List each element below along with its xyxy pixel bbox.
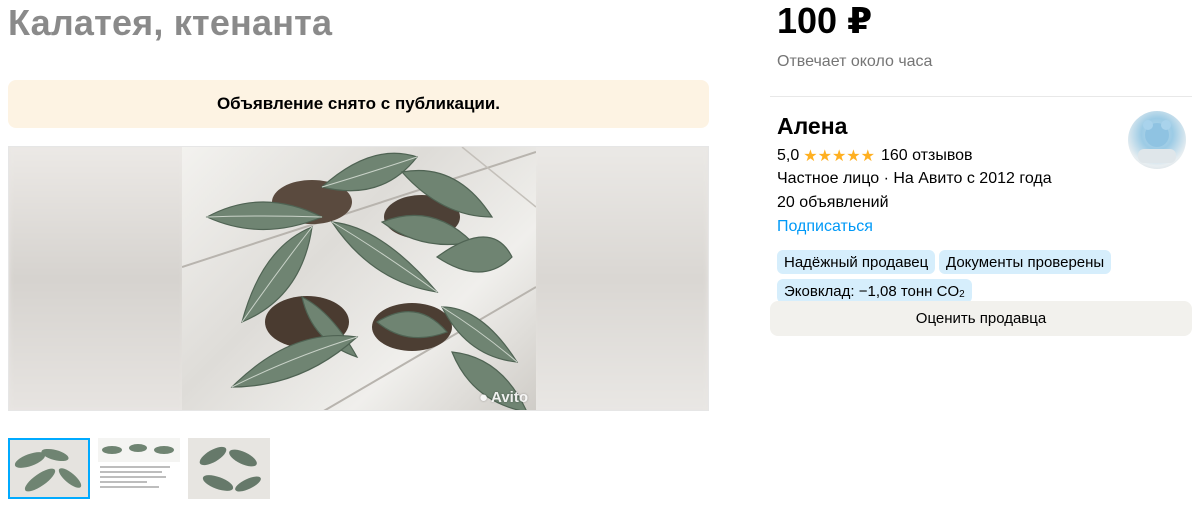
thumbnail-2[interactable] <box>98 438 180 499</box>
listing-title: Калатея, ктенанта <box>8 2 333 43</box>
reply-time: Отвечает около часа <box>777 53 933 70</box>
main-photo[interactable]: ● Avito <box>182 147 536 410</box>
gallery-blur-left <box>9 147 184 410</box>
rating-value: 5,0 <box>777 147 800 164</box>
thumbnail-plant-image <box>188 438 270 499</box>
thumbnail-plant-image <box>10 440 88 497</box>
badge-eco-label: Эковклад: −1,08 тонн CO <box>784 282 960 300</box>
avatar[interactable] <box>1128 111 1186 169</box>
badge-eco-subscript: 2 <box>959 288 965 300</box>
plant-photo-image <box>182 147 536 410</box>
star-icon: ★★★★★ <box>803 148 875 165</box>
rate-seller-button[interactable]: Оценить продавца <box>770 301 1192 336</box>
thumbnail-3[interactable] <box>188 438 270 499</box>
seller-name[interactable]: Алена <box>777 113 847 140</box>
watermark-text: Avito <box>491 389 528 406</box>
avito-logo-icon: ● <box>478 389 489 406</box>
price: 100 ₽ <box>777 0 873 41</box>
seller-type-since: Частное лицо · На Авито с 2012 года <box>777 170 1052 187</box>
badge-reliable-label: Надёжный продавец <box>784 253 929 271</box>
ads-count[interactable]: 20 объявлений <box>777 194 889 212</box>
rating-row: 5,0 ★★★★★ 160 отзывов <box>777 146 973 166</box>
thumbnail-strip <box>8 438 270 499</box>
avatar-image <box>1138 120 1176 163</box>
avito-watermark: ● Avito <box>479 389 528 406</box>
badge-documents-label: Документы проверены <box>946 253 1105 271</box>
thumbnail-doc-lines <box>100 466 178 491</box>
badge-eco-contribution[interactable]: Эковклад: −1,08 тонн CO 2 <box>777 279 972 303</box>
thumbnail-doc-image <box>98 438 180 462</box>
divider <box>770 96 1192 97</box>
photo-gallery[interactable]: ● Avito <box>8 146 709 411</box>
badge-reliable-seller[interactable]: Надёжный продавец <box>777 250 936 274</box>
subscribe-link[interactable]: Подписаться <box>777 218 873 236</box>
notice-text: Объявление снято с публикации. <box>216 94 501 113</box>
badge-documents-verified[interactable]: Документы проверены <box>939 250 1112 274</box>
reviews-link[interactable]: 160 отзывов <box>881 147 973 165</box>
unpublished-notice: Объявление снято с публикации. <box>8 80 709 128</box>
thumbnail-1[interactable] <box>8 438 90 499</box>
gallery-blur-right <box>533 147 708 410</box>
